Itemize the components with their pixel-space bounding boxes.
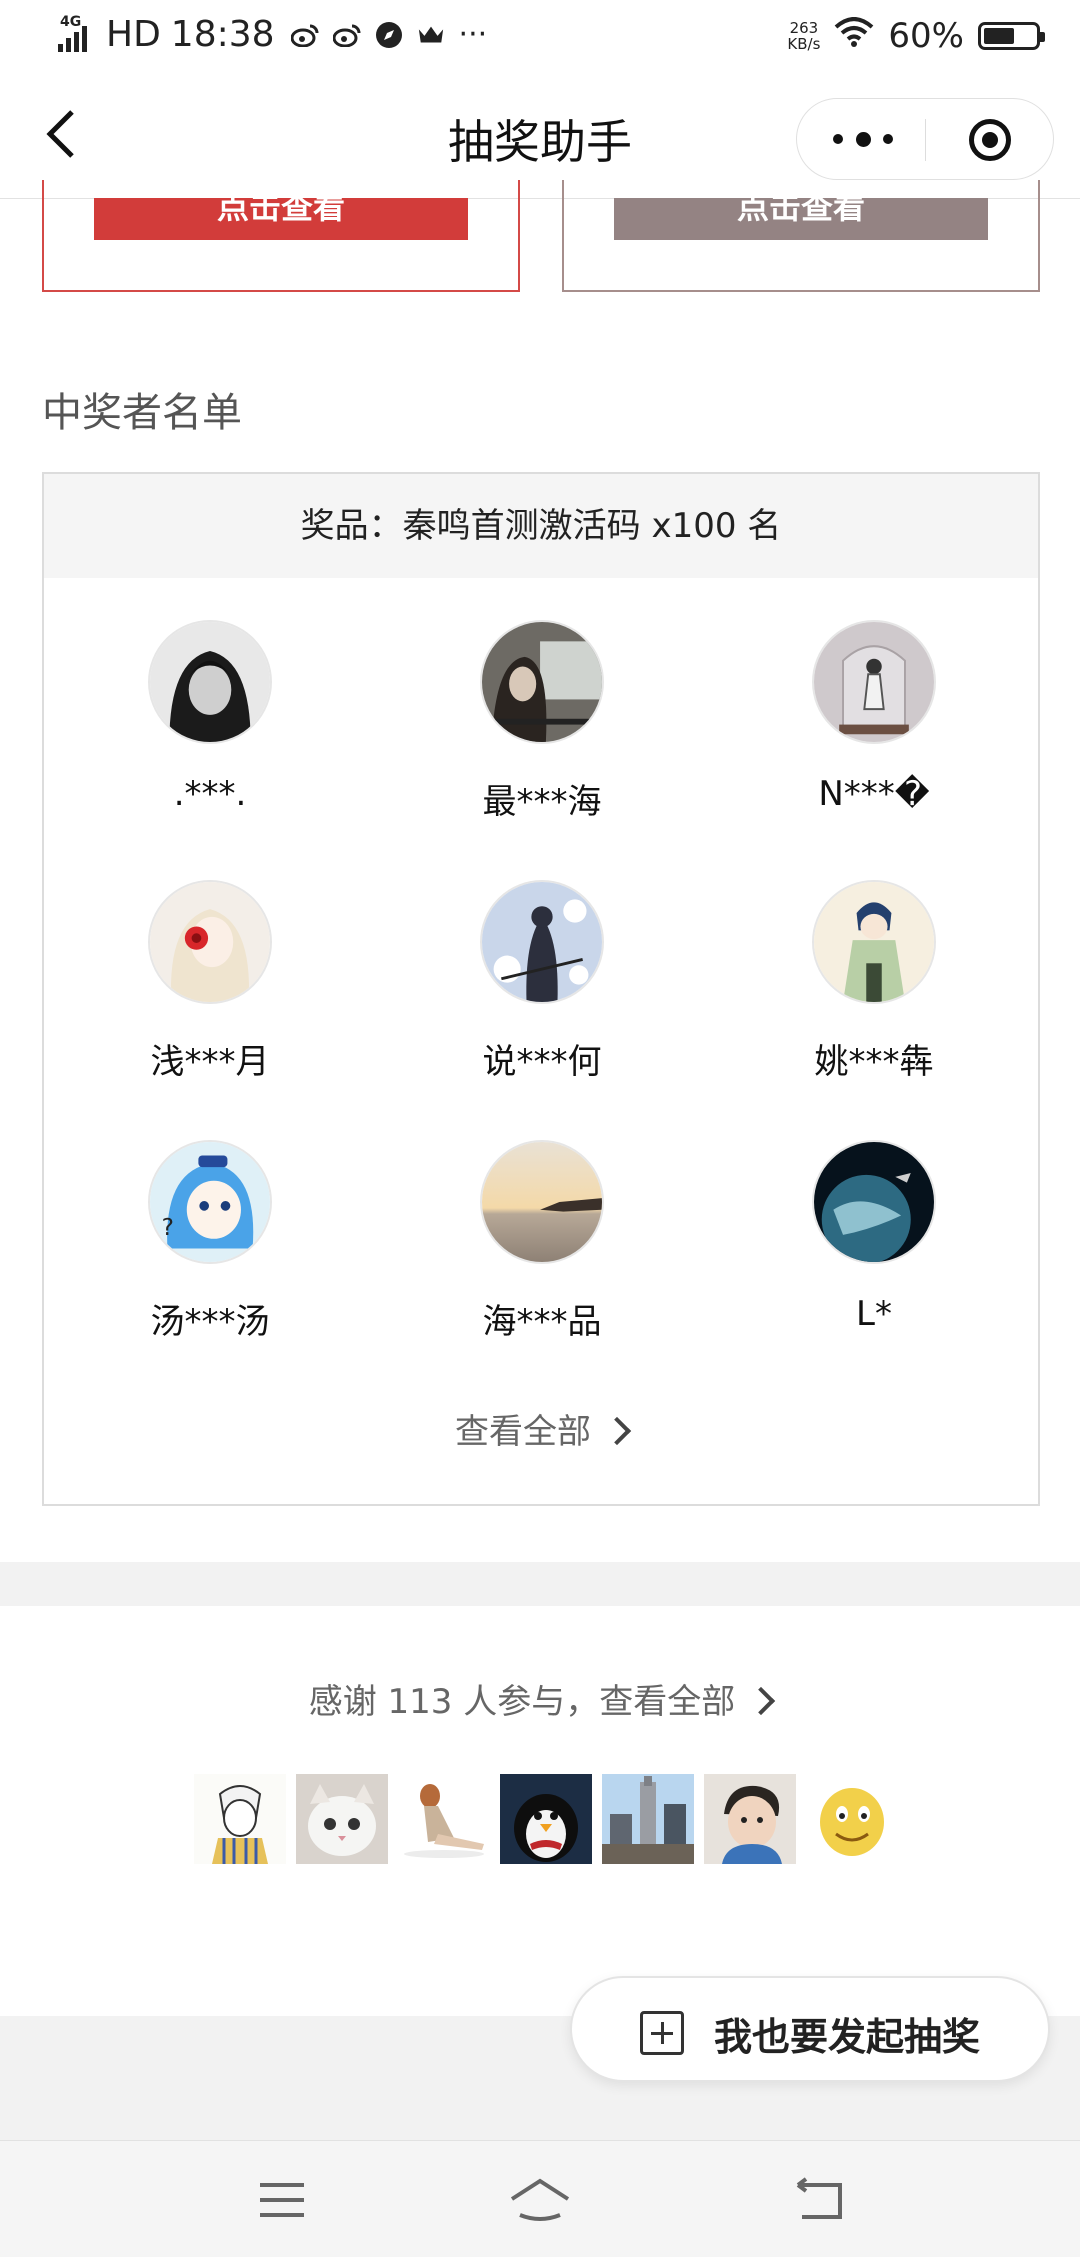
more-notifications-icon: ···: [458, 17, 488, 52]
prize-header: 奖品：秦鸣首测激活码 x100 名: [44, 474, 1038, 578]
participant-avatar[interactable]: [398, 1774, 490, 1864]
avatar: [480, 880, 604, 1004]
network-speed: 263 KB/s: [787, 19, 821, 53]
winners-section-title: 中奖者名单: [42, 390, 242, 436]
section-divider: [0, 1562, 1080, 1606]
winner-item[interactable]: 海***品: [376, 1140, 708, 1343]
winner-name: 说***何: [482, 1042, 602, 1082]
weibo-icon-2: [332, 21, 361, 49]
winner-item[interactable]: L*: [708, 1140, 1040, 1334]
winner-name: 姚***犇: [814, 1042, 934, 1082]
avatar: [480, 620, 604, 744]
menu-icon: [260, 2183, 304, 2217]
winner-name: .***.: [173, 774, 247, 814]
return-icon: [796, 2177, 842, 2219]
add-square-icon: [640, 2011, 684, 2055]
winner-name: N***�: [818, 774, 930, 814]
chevron-right-icon: [602, 1416, 632, 1445]
participant-avatar[interactable]: [704, 1774, 796, 1864]
system-navigation-bar: [0, 2140, 1080, 2257]
avatar: [812, 880, 936, 1004]
start-lottery-button[interactable]: 我也要发起抽奖: [570, 1976, 1050, 2082]
winners-list-card: 奖品：秦鸣首测激活码 x100 名 .***. 最***海 N***� 浅***…: [42, 472, 1040, 1506]
miniprogram-capsule: [796, 98, 1054, 180]
winner-item[interactable]: ? 汤***汤: [44, 1140, 376, 1343]
back-system-button[interactable]: [790, 2175, 850, 2225]
winner-name: 海***品: [482, 1302, 602, 1342]
winner-item[interactable]: 浅***月: [44, 880, 376, 1083]
participants-label: 感谢 113 人参与，查看全部: [308, 1682, 736, 1722]
view-button-left[interactable]: 点击查看: [94, 198, 468, 240]
home-icon: [510, 2178, 570, 2221]
home-button[interactable]: [508, 2175, 572, 2225]
battery-percent: 60%: [888, 16, 964, 56]
view-button-right[interactable]: 点击查看: [614, 198, 988, 240]
avatar: [148, 620, 272, 744]
avatar: [480, 1140, 604, 1264]
avatar: [812, 1140, 936, 1264]
capsule-divider: [925, 119, 926, 161]
participant-avatars: [194, 1774, 898, 1864]
prize-card-right: 点击查看: [562, 180, 1040, 292]
winner-name: L*: [856, 1294, 892, 1334]
start-lottery-label: 我也要发起抽奖: [714, 2015, 981, 2059]
winner-item[interactable]: 姚***犇: [708, 880, 1040, 1083]
compass-icon: [375, 21, 403, 49]
winner-item[interactable]: 最***海: [376, 620, 708, 823]
more-menu-button[interactable]: [833, 127, 893, 151]
cellular-signal-icon: 4G: [58, 14, 96, 52]
participant-avatar[interactable]: [194, 1774, 286, 1864]
view-all-label: 查看全部: [455, 1412, 591, 1452]
menu-button[interactable]: [252, 2175, 312, 2225]
weibo-icon: [290, 21, 319, 49]
winner-item[interactable]: 说***何: [376, 880, 708, 1083]
close-miniprogram-button[interactable]: [969, 119, 1011, 161]
prize-card-left: 点击查看: [42, 180, 520, 292]
winner-name: 浅***月: [150, 1042, 270, 1082]
winner-name: 汤***汤: [150, 1302, 270, 1342]
participant-avatar[interactable]: [296, 1774, 388, 1864]
participants-link[interactable]: 感谢 113 人参与，查看全部: [0, 1674, 1080, 1723]
crown-icon: [417, 21, 445, 49]
participant-avatar[interactable]: [602, 1774, 694, 1864]
chevron-right-icon: [747, 1686, 776, 1715]
avatar: [812, 620, 936, 744]
view-all-winners-link[interactable]: 查看全部: [44, 1404, 1038, 1453]
winner-name: 最***海: [482, 782, 602, 822]
status-bar: 4G HD 18:38 ··· 263 KB/s 60%: [0, 0, 1080, 76]
participant-avatar[interactable]: [806, 1774, 898, 1864]
winner-item[interactable]: N***�: [708, 620, 1040, 814]
svg-text:?: ?: [162, 1214, 174, 1241]
hd-indicator: HD: [106, 14, 161, 55]
status-time: 18:38: [170, 14, 275, 55]
avatar: [148, 880, 272, 1004]
winner-item[interactable]: .***.: [44, 620, 376, 814]
participant-avatar[interactable]: [500, 1774, 592, 1864]
battery-icon: [978, 22, 1045, 50]
avatar: ?: [148, 1140, 272, 1264]
wifi-icon: [834, 16, 874, 56]
